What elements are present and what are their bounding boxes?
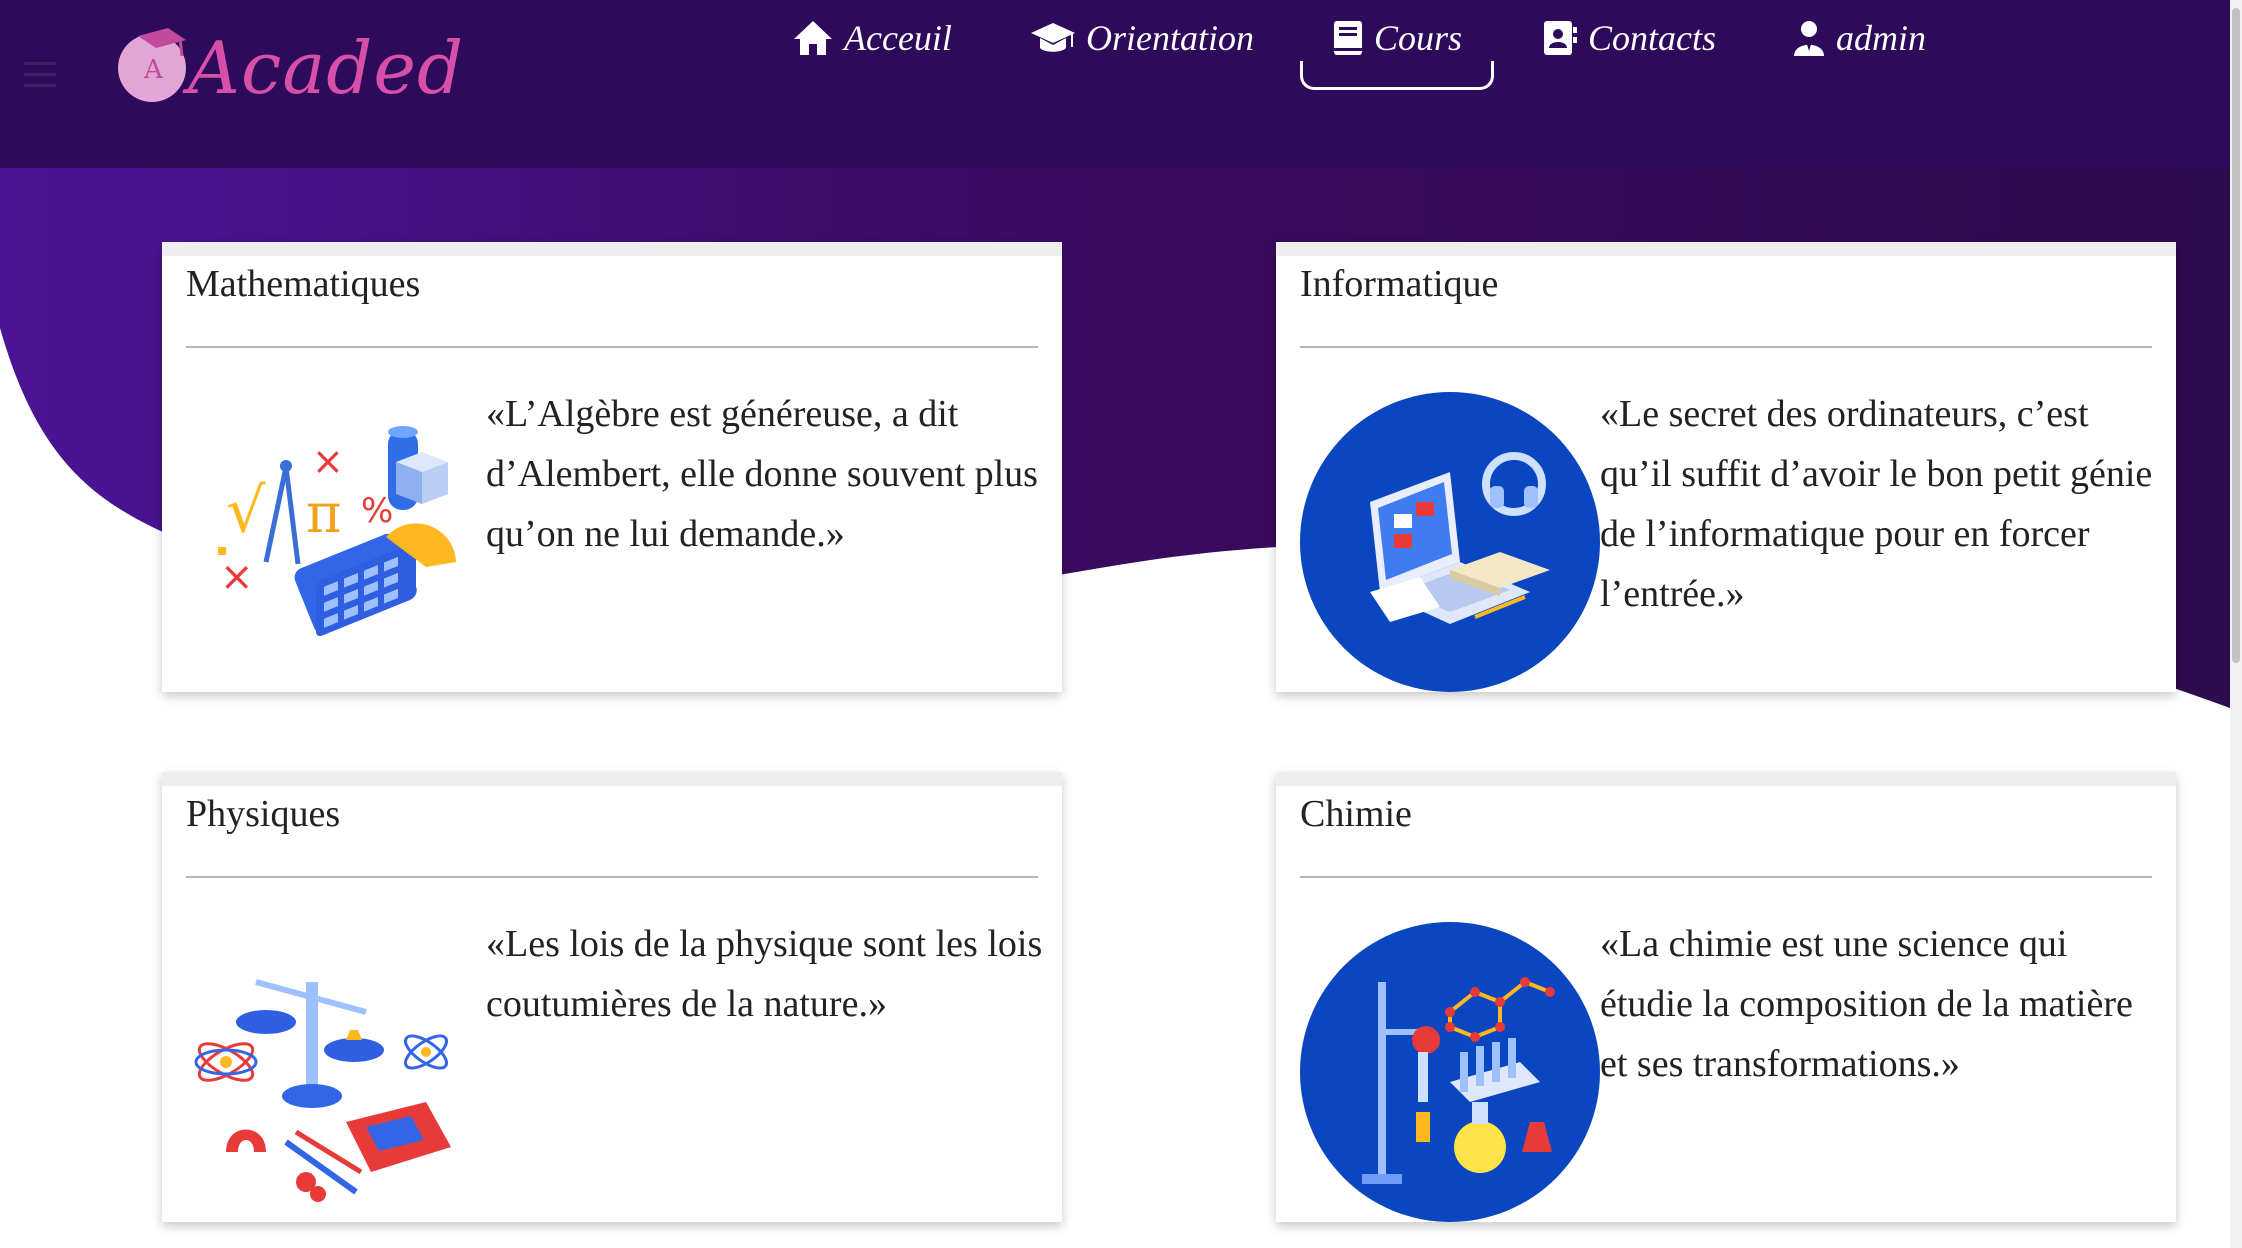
card-top-strip — [162, 772, 1062, 786]
graduation-cap-icon — [1031, 23, 1075, 52]
card-quote: «Le secret des ordinateurs, c’est qu’il … — [1600, 393, 2153, 615]
card-title: Mathematiques — [186, 263, 421, 305]
course-card-chimie[interactable]: Chimie «La chimie est une science qui ét… — [1276, 772, 2176, 1222]
card-divider — [1300, 346, 2152, 348]
math-illustration-icon: √ π % × × — [218, 426, 456, 637]
card-divider — [186, 346, 1038, 348]
hamburger-line — [24, 73, 56, 76]
scrollbar-thumb[interactable] — [2232, 8, 2240, 663]
card-title: Informatique — [1300, 263, 1499, 305]
card-top-strip — [1276, 772, 2176, 786]
svg-text:%: % — [361, 491, 393, 531]
user-icon — [1794, 21, 1824, 56]
card-divider — [1300, 876, 2152, 878]
card-quote: «La chimie est une science qui étudie la… — [1600, 923, 2133, 1085]
svg-text:π: π — [306, 482, 342, 545]
course-card-mathematiques[interactable]: Mathematiques √ π % × × «L’Algèbre est g… — [162, 242, 1062, 692]
card-quote: «Les lois de la physique sont les lois c… — [486, 923, 1043, 1025]
nav-cours-label: Cours — [1374, 18, 1463, 58]
nav-home-label: Acceuil — [844, 18, 952, 58]
nav-orientation[interactable]: Orientation — [1030, 0, 1254, 76]
course-card-informatique[interactable]: Informatique «Le secret des ordinateurs,… — [1276, 242, 2176, 692]
hamburger-line — [24, 84, 56, 87]
menu-toggle-button[interactable] — [24, 62, 56, 92]
computer-illustration-icon — [1300, 392, 1600, 692]
card-top-strip — [1276, 242, 2176, 256]
home-icon — [794, 21, 832, 55]
card-title: Physiques — [186, 793, 341, 835]
svg-text:×: × — [220, 554, 254, 600]
chemistry-illustration-icon — [1300, 922, 1600, 1222]
nav-admin-label: admin — [1836, 18, 1926, 58]
logo-text[interactable]: Acaded — [188, 26, 464, 110]
card-top-strip — [162, 242, 1062, 256]
nav-home[interactable]: Acceuil — [792, 0, 952, 76]
card-title: Chimie — [1300, 793, 1412, 835]
card-quote: «L’Algèbre est généreuse, a dit d’Alembe… — [486, 393, 1038, 555]
card-divider — [186, 876, 1038, 878]
logo-icon: A — [118, 28, 186, 102]
nav-contacts-label: Contacts — [1588, 18, 1717, 58]
svg-text:√: √ — [226, 474, 266, 547]
book-icon — [1334, 21, 1362, 55]
hamburger-line — [24, 62, 56, 65]
svg-text:A: A — [143, 55, 164, 85]
course-card-physiques[interactable]: Physiques «Les lois de la physique sont … — [162, 772, 1062, 1222]
address-book-icon — [1544, 21, 1577, 55]
page-scrollbar[interactable] — [2230, 0, 2242, 1248]
svg-text:×: × — [312, 439, 344, 483]
physics-illustration-icon — [194, 979, 451, 1202]
nav-admin[interactable]: admin — [1792, 0, 1926, 76]
nav-contacts[interactable]: Contacts — [1542, 0, 1716, 76]
nav-orientation-label: Orientation — [1086, 18, 1254, 58]
nav-cours[interactable]: Cours — [1299, 0, 1495, 90]
